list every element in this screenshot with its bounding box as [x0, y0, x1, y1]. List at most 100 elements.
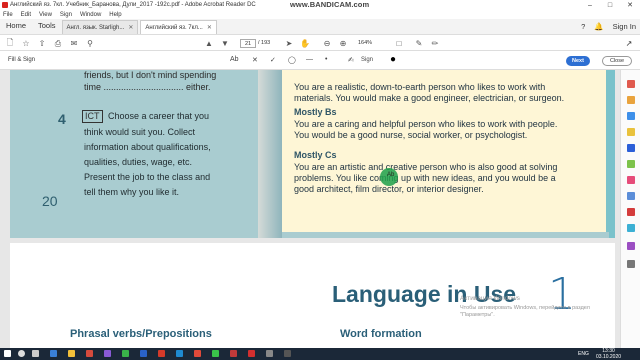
print-icon[interactable]: ⎙	[52, 36, 64, 51]
section-heading: Phrasal verbs/Prepositions	[70, 328, 212, 340]
export-pdf-icon[interactable]	[627, 80, 635, 88]
document-viewer[interactable]: friends, but I don't mind spending time …	[0, 70, 620, 348]
exercise-text: think would suit you. Collect	[84, 127, 196, 137]
minimize-button[interactable]: –	[580, 0, 600, 10]
menu-help[interactable]: Help	[109, 12, 121, 18]
close-window-button[interactable]: ✕	[620, 0, 640, 10]
search-icon[interactable]: ⚲	[84, 36, 96, 51]
app-icon[interactable]	[230, 350, 237, 357]
tab-tools[interactable]: Tools	[32, 21, 62, 34]
page-number: 20	[42, 193, 58, 209]
yandex-icon[interactable]	[194, 350, 201, 357]
protect-icon[interactable]	[627, 192, 635, 200]
document-tab-active[interactable]: Английский яз. 7кл... ✕	[140, 20, 217, 34]
send-for-review-icon[interactable]	[627, 224, 635, 232]
menu-view[interactable]: View	[39, 12, 52, 18]
result-text: You would be a good nurse, social worker…	[294, 130, 528, 140]
pdf-page: Language in Use 1 Phrasal verbs/Preposit…	[10, 243, 615, 348]
exercise-text: tell them why you like it.	[84, 187, 180, 197]
edge-icon[interactable]	[50, 350, 57, 357]
right-tools-panel	[620, 70, 640, 348]
help-icon[interactable]: ?	[581, 22, 585, 31]
file-explorer-icon[interactable]	[68, 350, 75, 357]
sign-button[interactable]: Sign	[361, 57, 373, 63]
word-icon[interactable]	[140, 350, 147, 357]
organize-pages-icon[interactable]	[627, 160, 635, 168]
cross-mark-icon[interactable]: ✕	[252, 56, 258, 64]
acrobat-app-icon	[2, 2, 8, 8]
comment-tool-icon[interactable]	[627, 128, 635, 136]
sign-pen-icon[interactable]: ✍	[348, 56, 354, 64]
share-icon[interactable]: ↗	[622, 36, 636, 51]
chrome-icon[interactable]	[122, 350, 129, 357]
maximize-button[interactable]: □	[600, 0, 620, 10]
menu-sign[interactable]: Sign	[60, 12, 72, 18]
compress-pdf-icon[interactable]	[627, 208, 635, 216]
result-text: You are an artistic and creative person …	[294, 162, 558, 172]
page-text: friends, but I don't mind spending	[84, 70, 217, 80]
window-title: Английский яз. 7кл. Учебник_Баранова, Ду…	[10, 2, 256, 8]
document-tab[interactable]: Англ. язык. Starligh... ✕	[61, 20, 139, 34]
select-tool-icon[interactable]: ➤	[284, 36, 294, 51]
add-text-icon[interactable]: Ab	[230, 56, 239, 63]
notifications-icon[interactable]: 🔔	[594, 22, 603, 31]
close-tab-icon[interactable]: ✕	[128, 24, 133, 31]
combine-files-icon[interactable]	[627, 144, 635, 152]
document-tab-label: Англ. язык. Starligh...	[66, 24, 125, 31]
main-toolbar: 🗋 ☆ ⇧ ⎙ ✉ ⚲ ▲ ▼ 21 / 193 ➤ ✋ ⊖ ⊕ 164% □ …	[0, 36, 640, 51]
edit-pdf-icon[interactable]	[627, 112, 635, 120]
close-tab-icon[interactable]: ✕	[207, 24, 212, 31]
fill-sign-tool-icon[interactable]	[627, 242, 635, 250]
fit-page-icon[interactable]: □	[394, 36, 404, 51]
acrobat-window: Английский яз. 7кл. Учебник_Баранова, Ду…	[0, 0, 640, 360]
hand-tool-icon[interactable]: ✋	[300, 36, 310, 51]
menu-bar: File Edit View Sign Window Help	[0, 10, 640, 19]
save-icon[interactable]: ☆	[20, 36, 32, 51]
telegram-icon[interactable]	[176, 350, 183, 357]
check-mark-icon[interactable]: ✓	[270, 56, 276, 64]
page-up-icon[interactable]: ▲	[203, 36, 215, 51]
task-view-icon[interactable]	[32, 350, 39, 357]
zoom-level-select[interactable]: 164%	[358, 39, 372, 48]
page-down-icon[interactable]: ▼	[219, 36, 231, 51]
page-number-input[interactable]: 21	[240, 39, 256, 48]
comment-icon[interactable]: ✎	[414, 36, 424, 51]
highlight-icon[interactable]: ✏	[430, 36, 440, 51]
tab-home[interactable]: Home	[0, 21, 32, 34]
app-icon[interactable]	[212, 350, 219, 357]
zoom-out-icon[interactable]: ⊖	[322, 36, 332, 51]
close-button[interactable]: Close	[602, 56, 632, 66]
result-heading: Mostly Bs	[294, 107, 337, 117]
language-indicator[interactable]: ENG	[578, 351, 589, 357]
visual-studio-icon[interactable]	[104, 350, 111, 357]
menu-window[interactable]: Window	[80, 12, 101, 18]
page-edge-stripe	[609, 70, 615, 238]
upload-icon[interactable]: ⇧	[36, 36, 48, 51]
email-icon[interactable]: ✉	[68, 36, 80, 51]
section-heading: Word formation	[340, 328, 422, 340]
opera-icon[interactable]	[86, 350, 93, 357]
results-box: You are a realistic, down-to-earth perso…	[282, 70, 609, 232]
app-icon[interactable]	[284, 350, 291, 357]
clock[interactable]: 13:30 03.10.2020	[596, 348, 621, 360]
start-icon[interactable]	[4, 350, 11, 357]
redact-icon[interactable]	[627, 176, 635, 184]
exercise-text: Present the job to the class and	[84, 172, 211, 182]
menu-file[interactable]: File	[3, 12, 13, 18]
more-tools-icon[interactable]	[627, 260, 635, 268]
acrobat-taskbar-icon[interactable]	[248, 350, 255, 357]
next-button[interactable]: Next	[566, 56, 590, 66]
line-icon[interactable]: —	[306, 56, 313, 63]
search-icon[interactable]	[18, 350, 25, 357]
powerpoint-icon[interactable]	[158, 350, 165, 357]
create-pdf-icon[interactable]: 🗋	[4, 36, 16, 51]
zoom-in-icon[interactable]: ⊕	[338, 36, 348, 51]
ellipse-icon[interactable]: ◯	[288, 56, 296, 64]
fill-sign-bar: Fill & Sign Ab ✕ ✓ ◯ — • ✍ Sign ● Next C…	[0, 52, 640, 70]
color-picker-icon[interactable]: ●	[390, 54, 396, 65]
create-pdf-icon[interactable]	[627, 96, 635, 104]
menu-edit[interactable]: Edit	[21, 12, 31, 18]
dot-icon[interactable]: •	[325, 56, 327, 63]
app-icon[interactable]	[266, 350, 273, 357]
sign-in-button[interactable]: Sign In	[613, 22, 636, 31]
